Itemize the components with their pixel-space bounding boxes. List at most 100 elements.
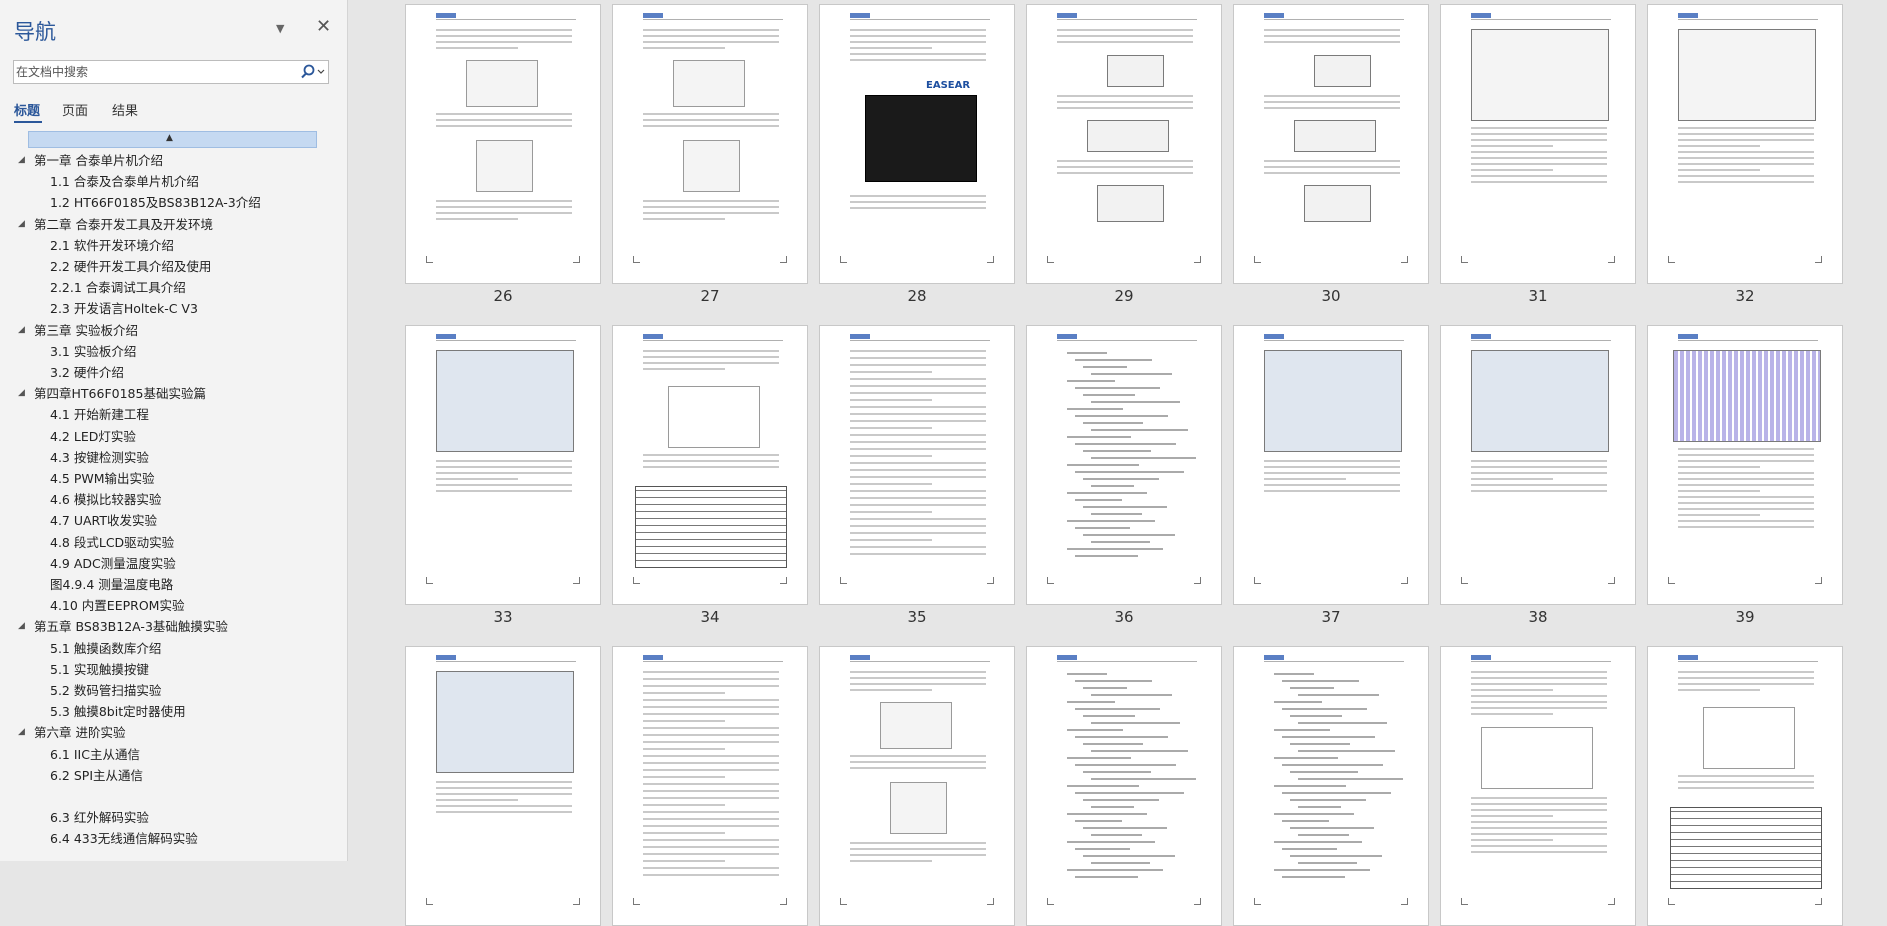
outline-section[interactable]: 2.2.1 合泰调试工具介绍 — [50, 277, 186, 298]
text-line — [1678, 787, 1814, 789]
page-thumbnail[interactable] — [1440, 4, 1636, 284]
text-line — [1678, 175, 1814, 177]
page-thumbnail[interactable] — [1440, 325, 1636, 605]
collapse-all-button[interactable]: ▲ — [28, 131, 317, 148]
text-line — [1678, 775, 1814, 777]
outline-section[interactable]: 4.1 开始新建工程 — [50, 404, 149, 425]
page-header-rule — [643, 19, 783, 20]
outline-section[interactable]: 2.3 开发语言Holtek-C V3 — [50, 298, 198, 319]
page-corner-mark — [1254, 256, 1261, 263]
outline-chapter[interactable]: ◢ 第六章 进阶实验 — [18, 722, 125, 743]
page-thumbnail[interactable] — [1233, 325, 1429, 605]
page-corner-mark — [633, 256, 640, 263]
text-line — [436, 35, 572, 37]
outline-section[interactable]: 5.1 实现触摸按键 — [50, 659, 149, 680]
outline-chapter[interactable]: ◢ 第一章 合泰单片机介绍 — [18, 150, 163, 171]
outline-section[interactable]: 5.3 触摸8bit定时器使用 — [50, 701, 186, 722]
outline-section[interactable]: 4.7 UART收发实验 — [50, 510, 157, 531]
outline-section[interactable]: 1.2 HT66F0185及BS83B12A-3介绍 — [50, 192, 261, 213]
page-thumbnail[interactable] — [1233, 646, 1429, 926]
page-corner-mark — [780, 256, 787, 263]
expand-arrow-icon[interactable]: ◢ — [18, 616, 25, 637]
text-line — [850, 539, 932, 541]
outline-section[interactable]: 2.2 硬件开发工具介绍及使用 — [50, 256, 211, 277]
text-line — [850, 434, 986, 436]
tab-headings[interactable]: 标题 — [14, 100, 40, 119]
text-line — [643, 685, 779, 687]
text-line — [850, 47, 932, 49]
code-line — [1083, 743, 1143, 745]
page-thumbnail[interactable] — [1026, 646, 1222, 926]
text-line — [643, 706, 779, 708]
code-line — [1083, 715, 1135, 717]
page-header-rule — [436, 661, 576, 662]
page-thumbnail[interactable]: EASEAR — [819, 4, 1015, 284]
outline-section[interactable]: 3.1 实验板介绍 — [50, 341, 136, 362]
outline-label: 5.3 触摸8bit定时器使用 — [50, 704, 186, 720]
outline-section[interactable]: 2.1 软件开发环境介绍 — [50, 235, 174, 256]
outline-section[interactable]: 5.1 触摸函数库介绍 — [50, 638, 161, 659]
outline-section[interactable]: 1.1 合泰及合泰单片机介绍 — [50, 171, 199, 192]
tab-results[interactable]: 结果 — [112, 100, 138, 119]
page-thumbnail[interactable] — [1647, 646, 1843, 926]
page-thumbnail[interactable] — [1233, 4, 1429, 284]
outline-section[interactable]: 6.1 IIC主从通信 — [50, 744, 140, 765]
outline-chapter[interactable]: ◢ 第三章 实验板介绍 — [18, 320, 138, 341]
outline-section[interactable]: 4.9 ADC测量温度实验 — [50, 553, 176, 574]
tab-pages[interactable]: 页面 — [62, 100, 88, 119]
outline-chapter[interactable]: ◢ 第四章HT66F0185基础实验篇 — [18, 383, 206, 404]
text-line — [643, 741, 779, 743]
text-line — [1471, 157, 1607, 159]
code-line — [1290, 743, 1350, 745]
page-thumbnail[interactable] — [1026, 325, 1222, 605]
search-input[interactable] — [16, 63, 288, 81]
chevron-down-icon[interactable]: ▼ — [276, 22, 284, 35]
page-thumbnail[interactable] — [819, 325, 1015, 605]
text-line — [643, 755, 779, 757]
page-thumbnail[interactable] — [1647, 325, 1843, 605]
text-line — [1678, 508, 1814, 510]
page-thumbnail[interactable] — [612, 646, 808, 926]
page-thumbnail[interactable] — [612, 4, 808, 284]
page-thumbnail[interactable] — [405, 4, 601, 284]
text-line — [1678, 169, 1760, 171]
outline-section[interactable]: 6.4 433无线通信解码实验 — [50, 828, 198, 849]
outline-chapter[interactable]: ◢ 第五章 BS83B12A-3基础触摸实验 — [18, 616, 228, 637]
page-thumbnail[interactable] — [1440, 646, 1636, 926]
outline-section[interactable]: 6.2 SPI主从通信 — [50, 765, 143, 786]
page-corner-mark — [633, 898, 640, 905]
text-line — [850, 553, 986, 555]
expand-arrow-icon[interactable]: ◢ — [18, 320, 25, 341]
page-thumbnail[interactable] — [405, 646, 601, 926]
page-thumbnail[interactable] — [819, 646, 1015, 926]
page-thumbnail[interactable] — [1647, 4, 1843, 284]
outline-label: 4.3 按键检测实验 — [50, 449, 149, 465]
text-line — [1471, 695, 1607, 697]
outline-chapter[interactable]: ◢ 第二章 合泰开发工具及开发环境 — [18, 214, 213, 235]
search-icon[interactable] — [298, 63, 328, 81]
expand-arrow-icon[interactable]: ◢ — [18, 722, 25, 743]
outline-section[interactable]: 4.10 内置EEPROM实验 — [50, 595, 184, 616]
code-line — [1091, 694, 1172, 696]
outline-section[interactable]: 4.5 PWM输出实验 — [50, 468, 155, 489]
outline-section[interactable]: 5.2 数码管扫描实验 — [50, 680, 161, 701]
outline-section[interactable]: 6.3 红外解码实验 — [50, 807, 149, 828]
outline-section[interactable]: 4.2 LED灯实验 — [50, 426, 136, 447]
text-line — [850, 677, 986, 679]
outline-section[interactable]: 图4.9.4 测量温度电路 — [50, 574, 173, 595]
outline-section[interactable]: 4.6 模拟比较器实验 — [50, 489, 161, 510]
page-thumbnail[interactable] — [612, 325, 808, 605]
figure — [476, 140, 533, 192]
text-line — [643, 362, 779, 364]
page-thumbnail[interactable] — [405, 325, 601, 605]
code-line — [1091, 722, 1180, 724]
outline-section[interactable]: 4.8 段式LCD驱动实验 — [50, 532, 174, 553]
close-icon[interactable]: ✕ — [316, 16, 331, 37]
outline-section[interactable]: 4.3 按键检测实验 — [50, 447, 149, 468]
text-line — [1471, 803, 1607, 805]
expand-arrow-icon[interactable]: ◢ — [18, 150, 25, 171]
expand-arrow-icon[interactable]: ◢ — [18, 383, 25, 404]
page-thumbnail[interactable] — [1026, 4, 1222, 284]
outline-section[interactable]: 3.2 硬件介绍 — [50, 362, 124, 383]
expand-arrow-icon[interactable]: ◢ — [18, 214, 25, 235]
